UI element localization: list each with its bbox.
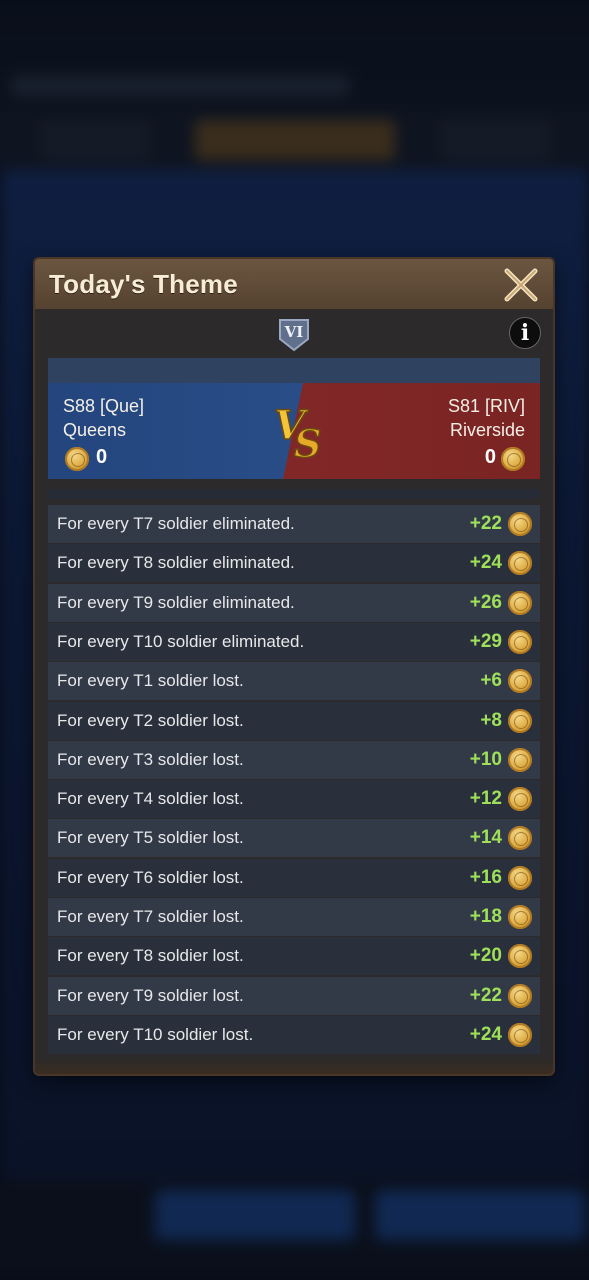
todays-theme-modal: Today's Theme VI i S88 [Que] Queens 0 V … (35, 259, 553, 1074)
modal-bottom-edge (35, 1058, 553, 1074)
right-team-info: S81 [RIV] Riverside (448, 394, 525, 442)
gold-coin-icon (508, 669, 532, 694)
rule-points: +22 (469, 984, 502, 1006)
gold-coin-icon (508, 629, 532, 654)
list-item: For every T3 soldier lost. +10 (48, 740, 540, 779)
rule-points: +10 (469, 748, 502, 770)
list-item: For every T9 soldier lost. +22 (48, 976, 540, 1015)
list-item: For every T7 soldier eliminated. +22 (48, 505, 540, 543)
list-item: For every T2 soldier lost. +8 (48, 701, 540, 740)
close-button[interactable] (501, 265, 541, 305)
svg-text:S: S (294, 421, 321, 463)
versus-logo: V S (268, 397, 328, 467)
rule-points: +16 (469, 866, 502, 888)
gold-coin-icon (508, 1022, 532, 1047)
rule-label: For every T10 soldier lost. (57, 1024, 254, 1044)
rule-label: For every T9 soldier eliminated. (57, 592, 295, 612)
left-team-info: S88 [Que] Queens (63, 394, 144, 442)
modal-header: Today's Theme (35, 259, 553, 309)
gold-coin-icon (508, 590, 532, 615)
rank-badge-icon: VI (277, 317, 311, 353)
modal-title: Today's Theme (49, 269, 238, 299)
rule-points: +24 (469, 1023, 502, 1045)
list-item: For every T6 soldier lost. +16 (48, 858, 540, 897)
scoring-rules-list[interactable]: For every T7 soldier eliminated. +22 For e… (48, 489, 540, 1055)
list-item: For every T9 soldier eliminated. +26 (48, 583, 540, 622)
rule-label: For every T3 soldier lost. (57, 749, 244, 769)
list-item: For every T4 soldier lost. +12 (48, 780, 540, 819)
rank-label: VI (284, 323, 304, 341)
rule-label: For every T5 soldier lost. (57, 828, 244, 848)
rule-label: For every T2 soldier lost. (57, 710, 244, 730)
gold-coin-icon (508, 708, 532, 733)
rule-points: +22 (469, 513, 502, 534)
rule-label: For every T7 soldier lost. (57, 907, 244, 926)
list-item: For every T5 soldier lost. +14 (48, 819, 540, 858)
list-item: For every T10 soldier lost. +24 (48, 1015, 540, 1054)
gold-coin-icon (508, 826, 532, 851)
gold-coin-icon (508, 983, 532, 1008)
list-item: For every T7 soldier lost. +18 (48, 898, 540, 936)
list-scroll-fade (48, 489, 540, 499)
rule-points: +29 (469, 630, 502, 652)
gold-coin-icon (508, 787, 532, 812)
left-team-name: Queens (63, 420, 127, 440)
rule-points: +6 (480, 670, 502, 692)
right-team-server: S81 [RIV] (447, 396, 525, 416)
left-team-server: S88 [Que] (63, 396, 145, 416)
versus-panel: S88 [Que] Queens 0 V S S81 [RIV] Riversi… (48, 383, 540, 479)
rule-label: For every T8 soldier eliminated. (57, 553, 295, 573)
versus-header-strip (48, 358, 540, 384)
rule-points: +12 (469, 788, 502, 810)
list-item: For every T10 soldier eliminated. +29 (48, 622, 540, 661)
gold-coin-icon (508, 944, 532, 969)
rule-label: For every T6 soldier lost. (57, 867, 244, 887)
rule-points: +26 (469, 591, 502, 613)
gold-coin-icon (508, 512, 532, 536)
right-team-name: Riverside (449, 420, 525, 440)
rule-label: For every T8 soldier lost. (57, 946, 244, 966)
info-icon: i (520, 320, 530, 346)
gold-coin-icon (508, 551, 532, 576)
gold-coin-icon (508, 747, 532, 772)
list-item: For every T8 soldier lost. +20 (48, 937, 540, 976)
rule-points: +24 (469, 552, 502, 574)
rule-label: For every T10 soldier eliminated. (57, 631, 305, 651)
info-button[interactable]: i (509, 317, 541, 349)
left-team-score: 0 (96, 446, 108, 468)
rule-points: +20 (469, 945, 502, 967)
rule-points: +14 (469, 827, 502, 849)
gold-coin-icon (501, 447, 525, 471)
close-x-icon (504, 268, 538, 302)
rule-label: For every T9 soldier lost. (57, 985, 244, 1005)
gold-coin-icon (508, 905, 532, 929)
gold-coin-icon (65, 447, 89, 471)
rule-points: +18 (469, 906, 502, 927)
rule-label: For every T1 soldier lost. (57, 671, 244, 691)
rule-label: For every T4 soldier lost. (57, 789, 244, 809)
gold-coin-icon (508, 865, 532, 890)
list-item: For every T8 soldier eliminated. +24 (48, 544, 540, 583)
rule-label: For every T7 soldier eliminated. (57, 514, 295, 533)
right-team-score: 0 (484, 446, 496, 468)
list-item: For every T1 soldier lost. +6 (48, 662, 540, 701)
rule-points: +8 (480, 709, 502, 731)
